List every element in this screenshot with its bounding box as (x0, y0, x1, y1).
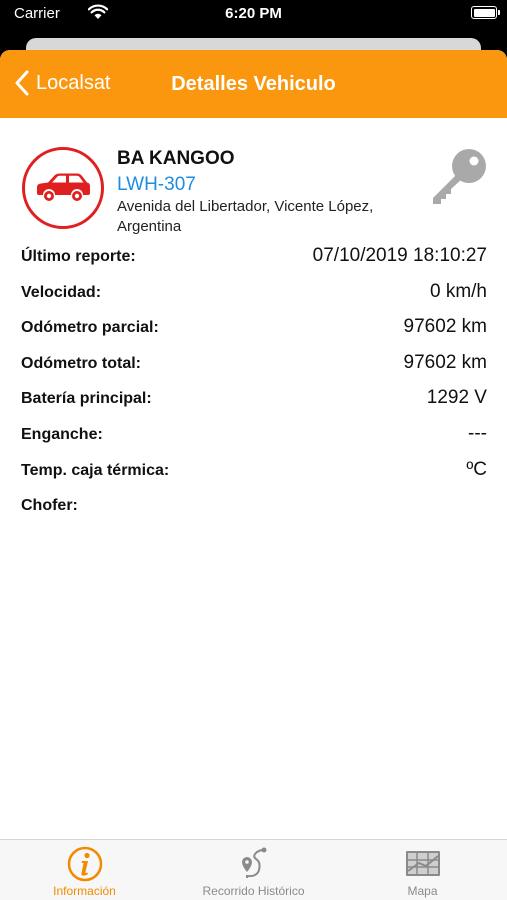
detail-row: Batería principal: 1292 V (0, 382, 507, 418)
tab-mapa[interactable]: Mapa (338, 840, 507, 900)
detail-label: Batería principal: (21, 390, 152, 408)
vehicle-address: Avenida del Libertador, Vicente López, A… (117, 198, 374, 235)
detail-label: Chofer: (21, 497, 78, 515)
vehicle-name: BA KANGOO (117, 148, 235, 169)
key-icon[interactable] (427, 146, 489, 208)
detail-label: Odómetro parcial: (21, 319, 159, 337)
detail-label: Odómetro total: (21, 354, 141, 372)
tab-label: Mapa (407, 884, 438, 898)
status-bar: Carrier 6:20 PM (0, 0, 507, 28)
detail-row: Último reporte: 07/10/2019 18:10:27 (0, 240, 507, 276)
detail-value: 1292 V (426, 387, 487, 409)
detail-row: Odómetro total: 97602 km (0, 347, 507, 383)
tab-label: Recorrido Histórico (202, 884, 305, 898)
detail-value: ºC (466, 458, 487, 480)
detail-value: 97602 km (403, 316, 487, 338)
map-icon (405, 851, 440, 876)
vehicle-details-list: Último reporte: 07/10/2019 18:10:27 Velo… (0, 240, 507, 525)
navigation-bar: Localsat Detalles Vehiculo (0, 50, 507, 118)
tab-informacion[interactable]: Información (0, 840, 169, 900)
modal-sheet: Localsat Detalles Vehiculo BA KANGOO LWH… (0, 50, 507, 900)
vehicle-avatar (22, 147, 104, 229)
detail-value: --- (468, 422, 487, 444)
detail-label: Velocidad: (21, 283, 102, 301)
detail-row: Odómetro parcial: 97602 km (0, 311, 507, 347)
tab-recorrido-historico[interactable]: Recorrido Histórico (169, 840, 338, 900)
detail-value: 07/10/2019 18:10:27 (312, 245, 487, 266)
detail-label: Último reporte: (21, 248, 136, 265)
status-time: 6:20 PM (225, 5, 282, 22)
detail-row: Velocidad: 0 km/h (0, 276, 507, 312)
detail-label: Enganche: (21, 425, 103, 443)
page-title: Detalles Vehiculo (171, 73, 336, 95)
detail-row: Temp. caja térmica: ºC (0, 454, 507, 490)
detail-row: Chofer: (0, 489, 507, 525)
detail-label: Temp. caja térmica: (21, 461, 170, 479)
vehicle-plate: LWH-307 (117, 174, 196, 195)
vehicle-header: BA KANGOO LWH-307 Avenida del Libertador… (0, 118, 507, 238)
tab-bar: Información Recorrido Histórico Mapa (0, 839, 507, 900)
tab-label: Información (53, 884, 116, 898)
info-icon (67, 846, 102, 882)
car-icon (37, 173, 90, 201)
detail-row: Enganche: --- (0, 418, 507, 454)
battery-icon (471, 6, 500, 19)
route-icon (241, 847, 266, 878)
detail-value: 97602 km (403, 351, 487, 373)
detail-value: 0 km/h (429, 280, 487, 302)
